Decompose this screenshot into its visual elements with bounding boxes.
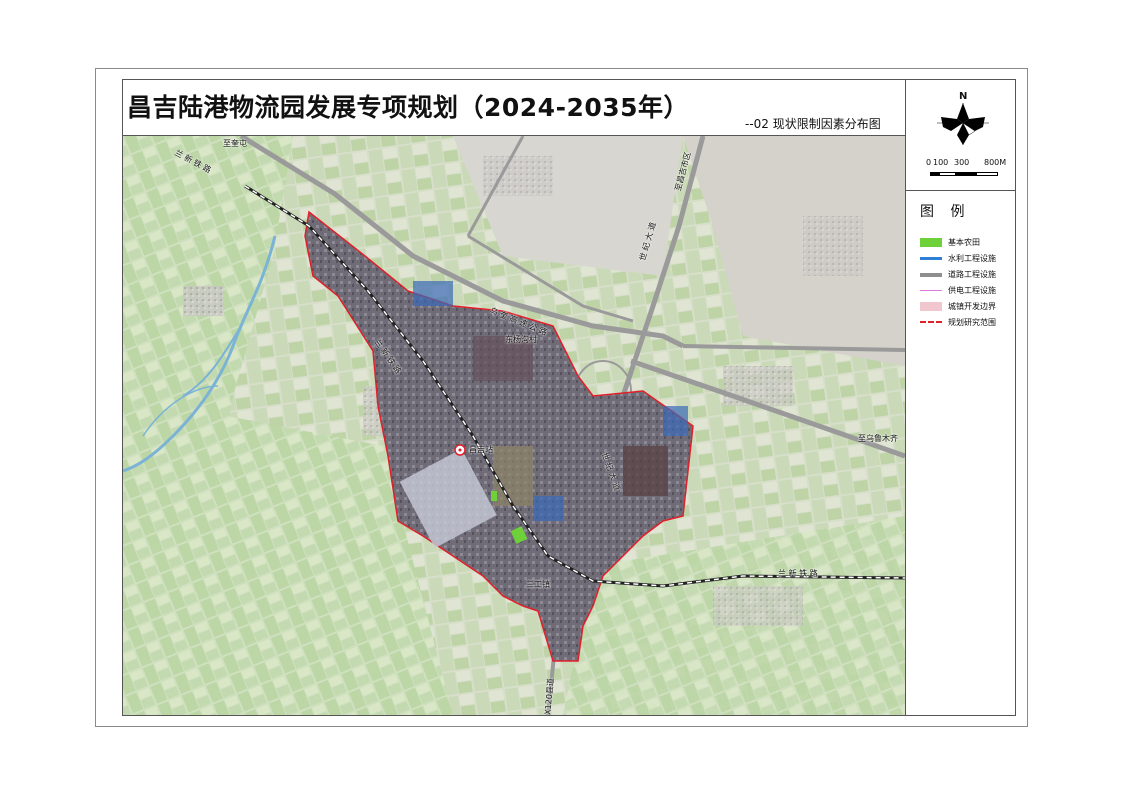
legend-item-study-area: 规划研究范围 — [920, 317, 1010, 329]
scale-tick-1: 100 — [933, 158, 949, 167]
sidebar-divider — [905, 79, 906, 716]
scale-bar — [930, 172, 998, 176]
legend-swatch-farmland — [920, 238, 942, 247]
map-title: 昌吉陆港物流园发展专项规划（2024-2035年） — [127, 93, 690, 122]
legend-item-basic-farmland: 基本农田 — [920, 237, 1010, 249]
legend-divider — [905, 190, 1016, 191]
legend-item-water-facility: 水利工程设施 — [920, 253, 1010, 265]
legend-swatch-power — [920, 290, 942, 291]
label-dongyanggou-village: 东杨沟村 — [505, 335, 537, 344]
legend-swatch-water — [920, 257, 942, 260]
scale-tick-3: 800M — [984, 158, 1007, 167]
legend-item-urban-boundary: 城镇开发边界 — [920, 301, 1010, 313]
satellite-map[interactable]: 至奎屯 兰 新 铁 路 至昌吉市区 乌 奎 高 速 公 路 世 纪 大 道 东杨… — [123, 136, 905, 715]
label-sangong-town: 三工镇 — [526, 580, 550, 589]
legend-title: 图 例 — [920, 204, 971, 220]
map-subtitle: --02 现状限制因素分布图 — [745, 117, 881, 131]
legend-swatch-study-area — [920, 321, 942, 323]
scale-tick-0: 0 — [926, 158, 932, 167]
map-svg — [123, 136, 905, 715]
legend-item-power-facility: 供电工程设施 — [920, 285, 1010, 297]
label-road-to-urumqi: 至乌鲁木齐 — [858, 434, 898, 443]
label-changji-station: 昌吉站 — [469, 445, 493, 454]
label-road-to-kuitun: 至奎屯 — [223, 139, 247, 148]
legend-swatch-road — [920, 273, 942, 277]
legend-item-road-facility: 道路工程设施 — [920, 269, 1010, 281]
legend-swatch-urban-boundary — [920, 302, 942, 311]
label-railway-east: 兰 新 铁 路 — [778, 569, 818, 578]
north-arrow-icon — [937, 103, 989, 145]
scale-tick-2: 300 — [954, 158, 970, 167]
